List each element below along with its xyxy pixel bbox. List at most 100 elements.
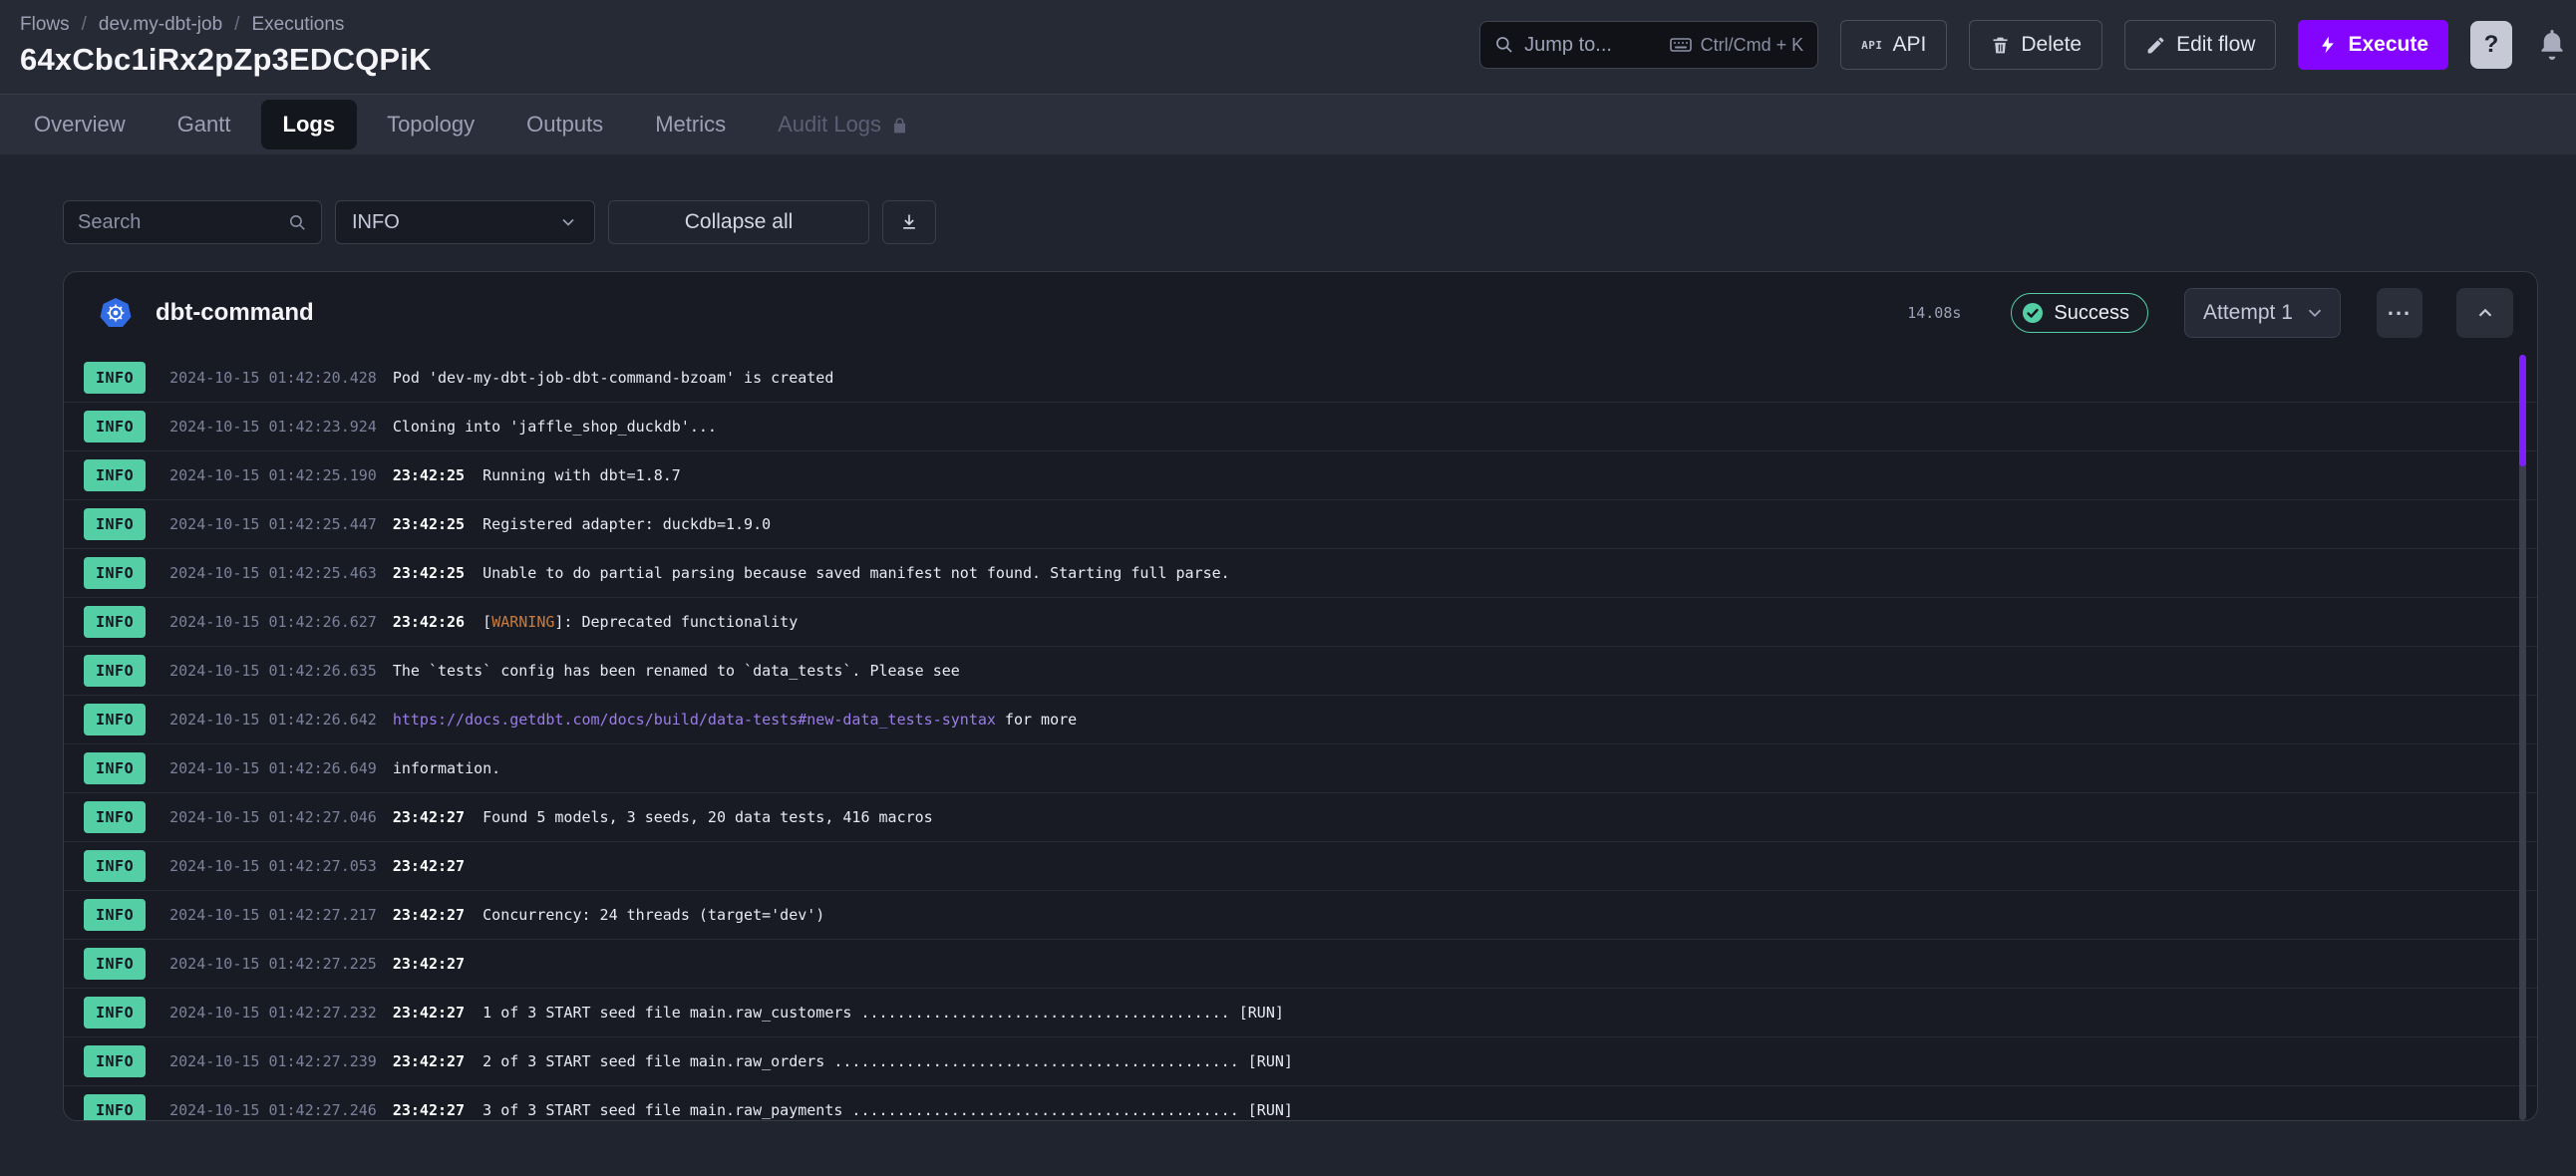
download-logs-button[interactable] bbox=[882, 200, 936, 244]
log-level-badge: INFO bbox=[84, 1094, 146, 1121]
log-timestamp: 2024-10-15 01:42:26.642 bbox=[169, 711, 377, 729]
log-level-badge: INFO bbox=[84, 411, 146, 442]
edit-flow-button-label: Edit flow bbox=[2176, 33, 2255, 57]
log-level-badge: INFO bbox=[84, 655, 146, 687]
log-level-badge: INFO bbox=[84, 1045, 146, 1077]
log-level-badge: INFO bbox=[84, 606, 146, 638]
search-icon bbox=[1494, 35, 1514, 55]
jump-to-search[interactable]: Jump to... Ctrl/Cmd + K bbox=[1479, 21, 1818, 69]
log-scrollbar-thumb[interactable] bbox=[2519, 355, 2526, 466]
tab-label: Logs bbox=[283, 112, 336, 138]
log-timestamp: 2024-10-15 01:42:26.627 bbox=[169, 613, 377, 631]
attempt-select[interactable]: Attempt 1 bbox=[2184, 288, 2341, 338]
log-timestamp: 2024-10-15 01:42:25.190 bbox=[169, 466, 377, 484]
log-row[interactable]: INFO 2024-10-15 01:42:27.225 23:42:27 bbox=[64, 940, 2537, 989]
log-timestamp: 2024-10-15 01:42:23.924 bbox=[169, 418, 377, 436]
log-timestamp: 2024-10-15 01:42:26.635 bbox=[169, 662, 377, 680]
chevron-up-icon bbox=[2474, 302, 2496, 324]
task-duration: 14.08s bbox=[1907, 304, 1961, 322]
tab-logs[interactable]: Logs bbox=[261, 100, 358, 149]
log-level-badge: INFO bbox=[84, 459, 146, 491]
log-row[interactable]: INFO 2024-10-15 01:42:27.239 23:42:27 2 … bbox=[64, 1037, 2537, 1086]
trash-icon bbox=[1990, 35, 2011, 56]
breadcrumb-separator: / bbox=[82, 14, 87, 36]
check-circle-icon bbox=[2021, 301, 2045, 325]
delete-button[interactable]: Delete bbox=[1969, 20, 2102, 70]
log-row[interactable]: INFO 2024-10-15 01:42:27.217 23:42:27 Co… bbox=[64, 891, 2537, 940]
breadcrumb-executions[interactable]: Executions bbox=[251, 14, 344, 36]
tab-outputs[interactable]: Outputs bbox=[504, 100, 625, 149]
log-row[interactable]: INFO 2024-10-15 01:42:27.046 23:42:27 Fo… bbox=[64, 793, 2537, 842]
download-icon bbox=[899, 212, 919, 232]
log-row[interactable]: INFO 2024-10-15 01:42:23.924 Cloning int… bbox=[64, 403, 2537, 451]
tab-topology[interactable]: Topology bbox=[365, 100, 496, 149]
log-row[interactable]: INFO 2024-10-15 01:42:25.447 23:42:25 Re… bbox=[64, 500, 2537, 549]
log-row[interactable]: INFO 2024-10-15 01:42:25.190 23:42:25 Ru… bbox=[64, 451, 2537, 500]
edit-flow-button[interactable]: Edit flow bbox=[2124, 20, 2276, 70]
status-label: Success bbox=[2054, 302, 2129, 325]
tab-label: Topology bbox=[387, 112, 475, 138]
chevron-down-icon bbox=[2304, 302, 2326, 324]
log-row[interactable]: INFO 2024-10-15 01:42:26.642 https://doc… bbox=[64, 696, 2537, 744]
log-timestamp: 2024-10-15 01:42:25.463 bbox=[169, 564, 377, 582]
log-rows: INFO 2024-10-15 01:42:20.428 Pod 'dev-my… bbox=[64, 354, 2537, 1121]
log-level-badge: INFO bbox=[84, 850, 146, 882]
tab-gantt[interactable]: Gantt bbox=[156, 100, 253, 149]
log-message: 23:42:25 Unable to do partial parsing be… bbox=[393, 564, 1230, 582]
breadcrumb-flows[interactable]: Flows bbox=[20, 14, 70, 36]
log-timestamp: 2024-10-15 01:42:27.246 bbox=[169, 1101, 377, 1119]
log-level-badge: INFO bbox=[84, 704, 146, 735]
log-level-badge: INFO bbox=[84, 997, 146, 1029]
tab-overview[interactable]: Overview bbox=[12, 100, 148, 149]
api-button[interactable]: API API bbox=[1840, 20, 1947, 70]
log-message: 23:42:27 1 of 3 START seed file main.raw… bbox=[393, 1004, 1284, 1022]
status-badge: Success bbox=[2011, 293, 2148, 333]
log-message: 23:42:27 Concurrency: 24 threads (target… bbox=[393, 906, 824, 924]
log-timestamp: 2024-10-15 01:42:27.232 bbox=[169, 1004, 377, 1022]
task-more-button[interactable]: ... bbox=[2377, 288, 2422, 338]
collapse-task-button[interactable] bbox=[2456, 288, 2513, 338]
log-row[interactable]: INFO 2024-10-15 01:42:27.232 23:42:27 1 … bbox=[64, 989, 2537, 1037]
log-level-badge: INFO bbox=[84, 801, 146, 833]
log-row[interactable]: INFO 2024-10-15 01:42:26.635 The `tests`… bbox=[64, 647, 2537, 696]
keyboard-icon bbox=[1669, 33, 1693, 57]
log-row[interactable]: INFO 2024-10-15 01:42:26.649 information… bbox=[64, 744, 2537, 793]
log-timestamp: 2024-10-15 01:42:25.447 bbox=[169, 515, 377, 533]
chevron-down-icon bbox=[558, 212, 578, 232]
jump-to-shortcut: Ctrl/Cmd + K bbox=[1701, 35, 1804, 56]
log-scrollbar-track[interactable] bbox=[2519, 355, 2526, 1120]
log-timestamp: 2024-10-15 01:42:26.649 bbox=[169, 759, 377, 777]
log-timestamp: 2024-10-15 01:42:27.046 bbox=[169, 808, 377, 826]
log-level-select[interactable]: INFO bbox=[335, 200, 595, 244]
log-timestamp: 2024-10-15 01:42:27.053 bbox=[169, 857, 377, 875]
log-row[interactable]: INFO 2024-10-15 01:42:26.627 23:42:26 [W… bbox=[64, 598, 2537, 647]
log-message: 23:42:27 bbox=[393, 857, 465, 875]
attempt-value: Attempt 1 bbox=[2203, 301, 2304, 325]
log-row[interactable]: INFO 2024-10-15 01:42:27.246 23:42:27 3 … bbox=[64, 1086, 2537, 1121]
log-message: Pod 'dev-my-dbt-job-dbt-command-bzoam' i… bbox=[393, 369, 834, 387]
tab-metrics[interactable]: Metrics bbox=[633, 100, 748, 149]
log-row[interactable]: INFO 2024-10-15 01:42:27.053 23:42:27 bbox=[64, 842, 2537, 891]
lightning-icon bbox=[2318, 35, 2338, 55]
breadcrumb-separator: / bbox=[234, 14, 239, 36]
log-message: 23:42:27 2 of 3 START seed file main.raw… bbox=[393, 1052, 1293, 1070]
tab-bar: OverviewGanttLogsTopologyOutputsMetricsA… bbox=[0, 94, 2576, 154]
kubernetes-icon bbox=[100, 297, 132, 329]
execute-button-label: Execute bbox=[2348, 33, 2428, 57]
collapse-all-button[interactable]: Collapse all bbox=[608, 200, 869, 244]
log-message: information. bbox=[393, 759, 500, 777]
search-input[interactable]: Search bbox=[63, 200, 322, 244]
log-timestamp: 2024-10-15 01:42:20.428 bbox=[169, 369, 377, 387]
log-message: 23:42:26 [WARNING]: Deprecated functiona… bbox=[393, 613, 798, 631]
log-level-badge: INFO bbox=[84, 899, 146, 931]
top-bar: Flows / dev.my-dbt-job / Executions 64xC… bbox=[0, 0, 2576, 94]
execute-button[interactable]: Execute bbox=[2298, 20, 2448, 70]
log-message: 23:42:27 bbox=[393, 955, 465, 973]
log-message: The `tests` config has been renamed to `… bbox=[393, 662, 960, 680]
log-row[interactable]: INFO 2024-10-15 01:42:25.463 23:42:25 Un… bbox=[64, 549, 2537, 598]
log-row[interactable]: INFO 2024-10-15 01:42:20.428 Pod 'dev-my… bbox=[64, 354, 2537, 403]
breadcrumb-flow-id[interactable]: dev.my-dbt-job bbox=[99, 14, 222, 36]
log-message: 23:42:25 Running with dbt=1.8.7 bbox=[393, 466, 681, 484]
help-button[interactable]: ? bbox=[2470, 21, 2512, 69]
bell-icon[interactable] bbox=[2534, 27, 2570, 63]
